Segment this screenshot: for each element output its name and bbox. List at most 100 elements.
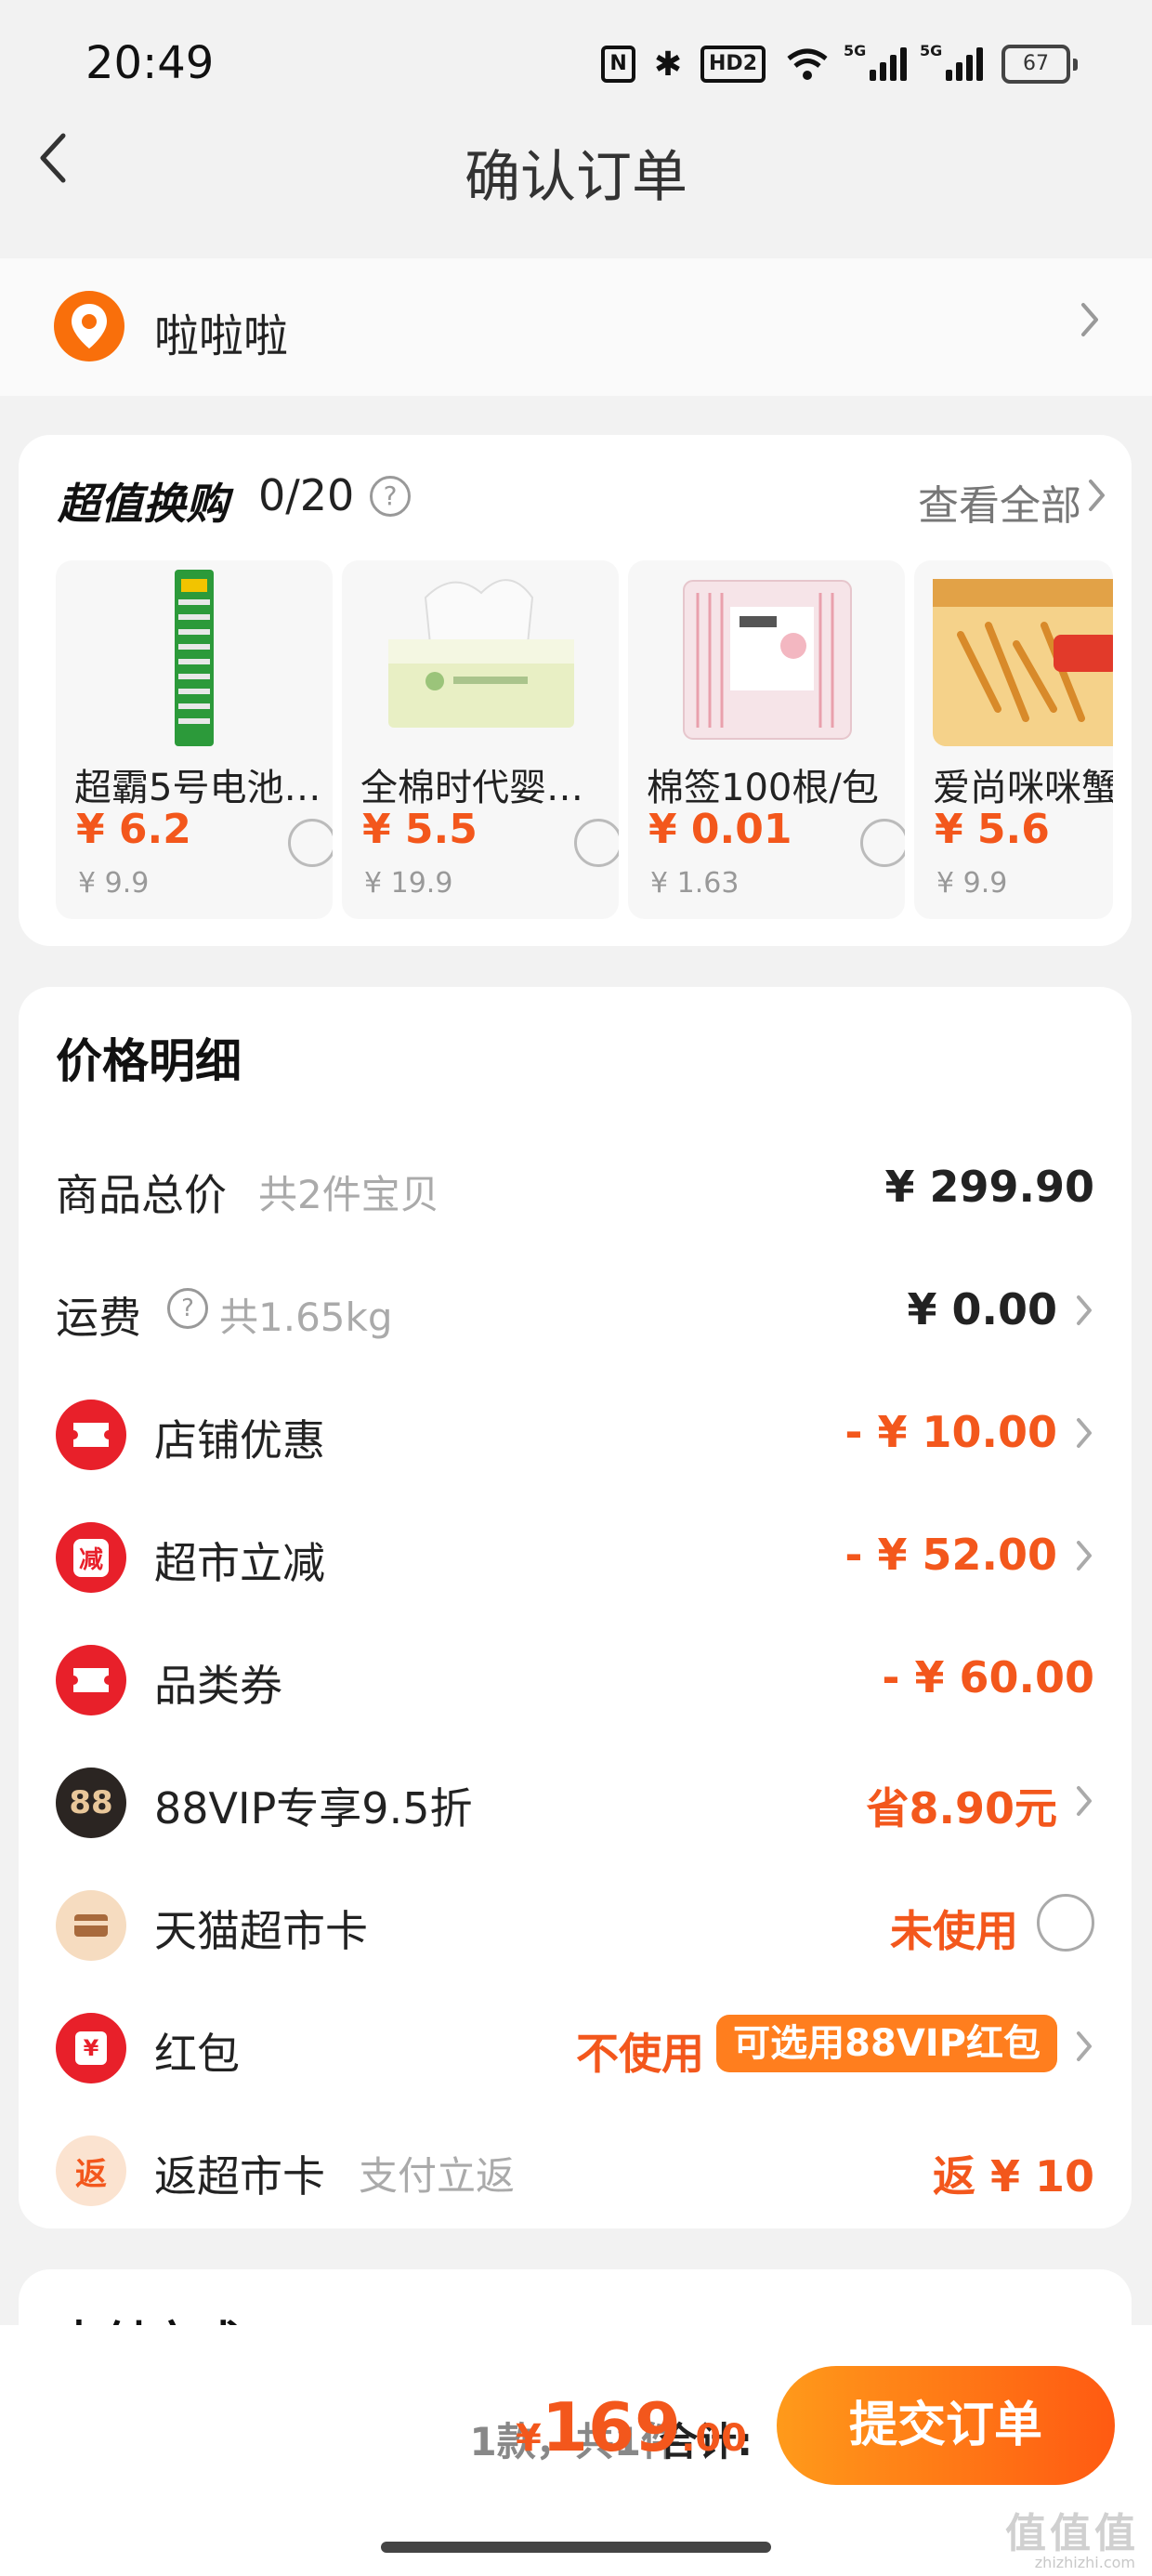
- rebate-icon: 返: [56, 2136, 126, 2206]
- help-icon[interactable]: ?: [370, 476, 411, 517]
- total-amount: ¥169.00: [516, 2388, 747, 2466]
- cotton-swabs-image: [683, 580, 852, 740]
- address-row[interactable]: 啦啦啦: [0, 258, 1152, 396]
- tissue-box-image: [388, 579, 574, 728]
- row-value: - ¥ 60.00: [882, 1652, 1094, 1702]
- chevron-right-icon: [1085, 476, 1109, 519]
- swap-deals-card: 超值换购 0/20 ? 查看全部 超霸5号电池10粒 ¥ 6.2 ¥ 9.9 全…: [19, 435, 1132, 946]
- row-value: 省8.90元: [866, 1783, 1058, 1833]
- amount-integer: 169: [541, 2388, 682, 2466]
- row-label: 红包: [154, 2029, 240, 2079]
- goods-total-row: 商品总价 共2件宝贝 ¥ 299.90: [19, 1132, 1132, 1243]
- hd-icon: HD2: [700, 46, 766, 83]
- row-label: 超市立减: [154, 1538, 325, 1588]
- help-icon[interactable]: ?: [167, 1288, 208, 1329]
- row-sub: 共2件宝贝: [258, 1172, 439, 1217]
- price-detail-card: 价格明细 商品总价 共2件宝贝 ¥ 299.90 运费 ? 共1.65kg ¥ …: [19, 987, 1132, 2228]
- row-value: 返 ¥ 10: [932, 2151, 1094, 2201]
- product-name: 全棉时代婴儿柔巾: [360, 767, 611, 809]
- amount-decimal: .00: [681, 2417, 747, 2460]
- row-value: - ¥ 10.00: [844, 1407, 1057, 1457]
- vip-discount-row[interactable]: 88 88VIP专享9.5折 省8.90元: [19, 1745, 1132, 1857]
- swap-title: 超值换购: [58, 479, 229, 529]
- category-coupon-row: 品类券 - ¥ 60.00: [19, 1623, 1132, 1734]
- shipping-row[interactable]: 运费 ? 共1.65kg ¥ 0.00: [19, 1255, 1132, 1366]
- supermarket-card-row[interactable]: 天猫超市卡 未使用: [19, 1868, 1132, 1979]
- section-title: 价格明细: [56, 1034, 242, 1088]
- row-label: 品类券: [154, 1661, 282, 1711]
- swap-product[interactable]: 全棉时代婴儿柔巾 ¥ 5.5 ¥ 19.9: [342, 560, 619, 919]
- card-toggle-radio[interactable]: [1037, 1894, 1094, 1952]
- row-label: 88VIP专享9.5折: [154, 1783, 473, 1833]
- chevron-right-icon: [1074, 2028, 1094, 2069]
- row-sub: 支付立返: [359, 2153, 516, 2199]
- watermark-logo: 值值值: [1005, 2510, 1139, 2557]
- product-price: ¥ 6.2: [76, 806, 191, 853]
- signal-5g-1-icon: 5G: [844, 42, 907, 81]
- row-value: 不使用: [576, 2029, 704, 2079]
- discount-icon: 减: [56, 1522, 126, 1593]
- row-value: ¥ 299.90: [884, 1162, 1094, 1212]
- rebate-row: 返 返超市卡 支付立返 返 ¥ 10: [19, 2113, 1132, 2225]
- chevron-right-icon: [1074, 1292, 1094, 1333]
- product-original-price: ¥ 19.9: [364, 867, 453, 900]
- vip-icon: 88: [56, 1768, 126, 1838]
- battery-pack-image: [175, 570, 214, 746]
- location-pin-icon: [54, 291, 124, 361]
- swap-count: 0/20: [258, 470, 355, 520]
- product-original-price: ¥ 9.9: [78, 867, 150, 900]
- row-label: 运费: [56, 1293, 141, 1343]
- page-title: 确认订单: [465, 145, 687, 210]
- nfc-icon: N: [601, 46, 635, 83]
- product-price: ¥ 5.6: [935, 806, 1050, 853]
- swap-product[interactable]: 爱尚咪咪蟹味粒 ¥ 5.6 ¥ 9.9: [914, 560, 1113, 919]
- product-original-price: ¥ 1.63: [650, 867, 740, 900]
- row-label: 返超市卡: [154, 2151, 325, 2201]
- select-radio[interactable]: [860, 819, 905, 867]
- row-value: - ¥ 52.00: [844, 1530, 1057, 1580]
- product-name: 超霸5号电池10粒: [74, 767, 325, 809]
- checkout-bar: 1款，共1件 合计: ¥169.00 提交订单: [0, 2325, 1152, 2576]
- vip-red-envelope-badge[interactable]: 可选用88VIP红包: [716, 2015, 1057, 2072]
- swap-product[interactable]: 棉签100根/包 ¥ 0.01 ¥ 1.63: [628, 560, 905, 919]
- chevron-right-icon: [1074, 1782, 1094, 1823]
- row-label: 店铺优惠: [154, 1415, 325, 1465]
- row-value: ¥ 0.00: [907, 1284, 1057, 1334]
- chevron-right-icon: [1074, 1537, 1094, 1578]
- address-name: 啦啦啦: [154, 310, 289, 362]
- supermarket-discount-row[interactable]: 减 超市立减 - ¥ 52.00: [19, 1500, 1132, 1611]
- product-name: 棉签100根/包: [647, 767, 879, 809]
- battery-icon: 67: [1001, 45, 1078, 84]
- coupon-icon: [56, 1645, 126, 1715]
- product-price: ¥ 5.5: [362, 806, 478, 853]
- bluetooth-icon: ✱: [653, 45, 683, 84]
- red-envelope-icon: ¥: [56, 2013, 126, 2083]
- battery-level: 67: [1001, 45, 1070, 84]
- row-label: 天猫超市卡: [154, 1906, 368, 1956]
- select-radio[interactable]: [288, 819, 333, 867]
- signal-5g-2-icon: 5G: [920, 42, 983, 81]
- product-name: 爱尚咪咪蟹味粒: [933, 767, 1113, 809]
- status-bar: 20:49 N ✱ HD2 5G 5G 67: [0, 0, 1152, 139]
- card-icon: [56, 1890, 126, 1961]
- coupon-icon: [56, 1400, 126, 1470]
- status-time: 20:49: [85, 37, 215, 89]
- home-indicator[interactable]: [381, 2542, 771, 2553]
- row-label: 商品总价: [56, 1170, 227, 1220]
- snack-bag-image: [933, 579, 1113, 746]
- shop-discount-row[interactable]: 店铺优惠 - ¥ 10.00: [19, 1377, 1132, 1489]
- watermark-url: zhizhizhi.com: [1034, 2554, 1135, 2571]
- swap-product[interactable]: 超霸5号电池10粒 ¥ 6.2 ¥ 9.9: [56, 560, 333, 919]
- status-icons: N ✱ HD2 5G 5G 67: [601, 41, 1078, 87]
- red-envelope-row[interactable]: ¥ 红包 不使用 可选用88VIP红包: [19, 1991, 1132, 2102]
- row-value: 未使用: [890, 1906, 1018, 1956]
- row-sub: 共1.65kg: [219, 1295, 393, 1340]
- select-radio[interactable]: [574, 819, 619, 867]
- wifi-icon: [787, 48, 828, 80]
- chevron-right-icon: [1076, 297, 1104, 346]
- product-original-price: ¥ 9.9: [936, 867, 1008, 900]
- submit-order-button[interactable]: 提交订单: [777, 2366, 1115, 2485]
- chevron-right-icon: [1074, 1414, 1094, 1455]
- view-all-link[interactable]: 查看全部: [918, 472, 1081, 532]
- product-price: ¥ 0.01: [648, 806, 792, 853]
